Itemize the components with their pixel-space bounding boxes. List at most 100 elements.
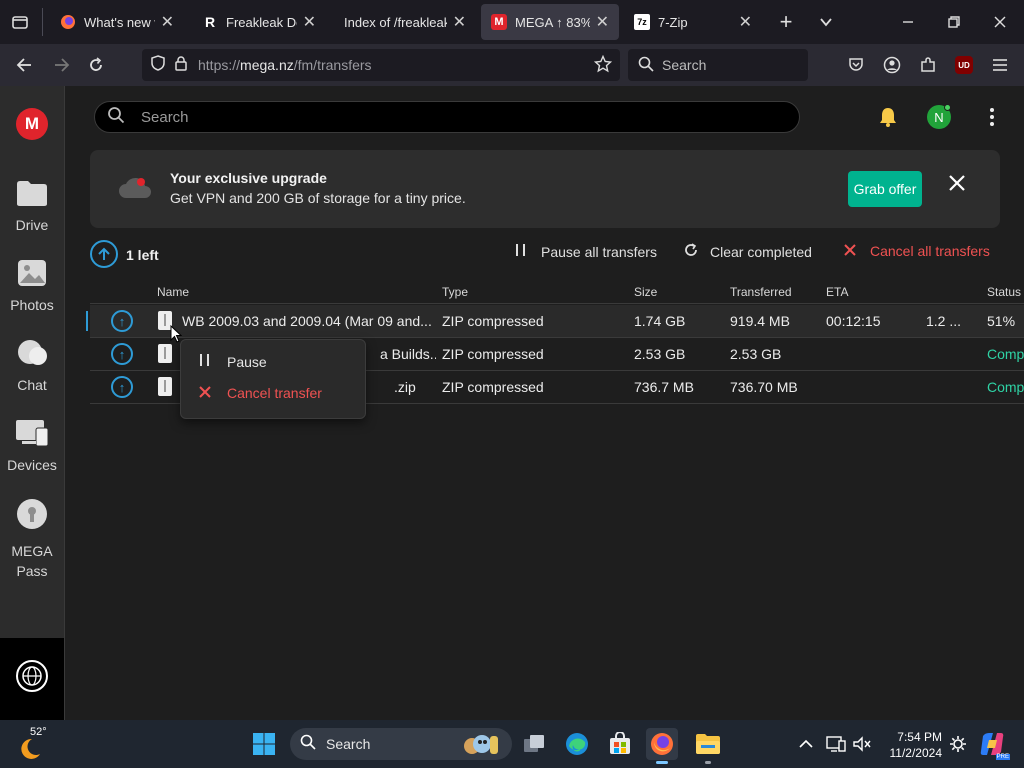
shield-icon[interactable] xyxy=(150,54,166,77)
column-transferred[interactable]: Transferred xyxy=(730,285,792,299)
ublock-origin-icon[interactable]: UD xyxy=(952,53,976,77)
sidebar-item-drive[interactable]: Drive xyxy=(0,178,64,233)
tab-whats-new[interactable]: What's new with ✕ xyxy=(50,4,184,40)
transfer-eta: 00:12:15 xyxy=(826,313,881,329)
forward-button[interactable] xyxy=(50,53,74,77)
taskbar-search-box[interactable]: Search xyxy=(290,728,512,760)
close-tab-icon[interactable]: ✕ xyxy=(453,12,466,32)
close-tab-icon[interactable]: ✕ xyxy=(161,12,174,32)
cancel-all-transfers-button[interactable]: Cancel all transfers xyxy=(844,243,990,259)
sidebar-footer xyxy=(0,638,64,720)
sidebar-item-label: MEGA xyxy=(11,543,53,559)
close-window-button[interactable] xyxy=(988,10,1012,34)
back-button[interactable] xyxy=(12,53,36,77)
more-options-icon[interactable] xyxy=(983,106,1001,133)
sidebar-item-mega-pass[interactable]: MEGA Pass xyxy=(0,498,64,581)
menu-item-cancel-transfer[interactable]: Cancel transfer xyxy=(199,385,322,401)
microsoft-store-icon[interactable] xyxy=(604,728,636,760)
online-status-dot xyxy=(944,104,951,111)
notifications-bell-icon[interactable] xyxy=(877,106,899,133)
url-scheme: https:// xyxy=(198,57,241,73)
close-icon xyxy=(844,243,856,259)
url-bar[interactable]: https://mega.nz/fm/transfers xyxy=(142,49,620,81)
close-icon xyxy=(199,385,211,401)
menu-item-pause[interactable]: Pause xyxy=(199,353,267,370)
transfer-size: 736.7 MB xyxy=(634,379,694,395)
task-view-icon[interactable] xyxy=(518,728,550,760)
upload-progress-icon xyxy=(90,240,118,268)
account-icon[interactable] xyxy=(880,53,904,77)
url-path: /fm/transfers xyxy=(293,57,372,73)
transfer-status: Comp xyxy=(987,346,1024,362)
tab-overview-icon[interactable] xyxy=(8,10,32,34)
close-tab-icon[interactable]: ✕ xyxy=(303,12,316,32)
sidebar-item-label: Drive xyxy=(15,217,49,233)
tab-index-of[interactable]: Index of /freakleak/W ✕ xyxy=(334,4,476,40)
column-type[interactable]: Type xyxy=(442,285,468,299)
file-explorer-icon[interactable] xyxy=(692,728,724,764)
column-eta[interactable]: ETA xyxy=(826,285,848,299)
sidebar-item-photos[interactable]: Photos xyxy=(0,258,64,313)
running-app-indicator xyxy=(705,761,711,764)
photos-icon xyxy=(0,258,64,291)
devices-icon xyxy=(0,418,64,451)
upgrade-banner: Your exclusive upgrade Get VPN and 200 G… xyxy=(90,150,1000,228)
edge-browser-icon[interactable] xyxy=(561,728,593,760)
chat-icon xyxy=(0,338,64,371)
restore-button[interactable] xyxy=(942,10,966,34)
tab-freakleak-download[interactable]: R Freakleak Down ✕ xyxy=(192,4,326,40)
grab-offer-button[interactable]: Grab offer xyxy=(848,171,922,207)
clear-completed-button[interactable]: Clear completed xyxy=(684,243,812,260)
column-status[interactable]: Status xyxy=(987,285,1021,299)
transfer-type: ZIP compressed xyxy=(442,379,544,395)
transfers-table-header: Name Type Size Transferred ETA Status xyxy=(90,282,1024,304)
row-selection-marker xyxy=(86,311,88,331)
new-tab-button[interactable]: + xyxy=(774,9,798,34)
column-size[interactable]: Size xyxy=(634,285,657,299)
pause-all-transfers-button[interactable]: Pause all transfers xyxy=(515,243,657,260)
copilot-icon[interactable]: PRE xyxy=(976,728,1010,760)
mega-search-input[interactable]: Search xyxy=(94,101,800,133)
remaining-count: 1 left xyxy=(126,247,159,263)
sidebar-item-devices[interactable]: Devices xyxy=(0,418,64,473)
menu-hamburger-icon[interactable] xyxy=(988,53,1012,77)
extensions-icon[interactable] xyxy=(916,53,940,77)
sidebar-item-chat[interactable]: Chat xyxy=(0,338,64,393)
speaker-muted-icon[interactable] xyxy=(846,728,878,760)
active-app-indicator xyxy=(656,761,668,764)
tab-mega[interactable]: M MEGA ↑ 83% ✕ xyxy=(481,4,619,40)
pocket-icon[interactable] xyxy=(844,53,868,77)
menu-item-label: Cancel transfer xyxy=(227,385,322,401)
close-banner-icon[interactable] xyxy=(948,174,966,197)
clock[interactable]: 7:54 PM 11/2/2024 xyxy=(876,729,943,761)
refresh-icon xyxy=(684,243,698,260)
close-tab-icon[interactable]: ✕ xyxy=(739,12,752,32)
sidebar-item-label-line2: Pass xyxy=(16,563,48,579)
tab-label: 7-Zip xyxy=(658,14,688,30)
transfer-transferred: 919.4 MB xyxy=(730,313,790,329)
pause-all-label: Pause all transfers xyxy=(541,243,657,260)
notification-settings-icon[interactable] xyxy=(942,728,974,760)
tab-7zip[interactable]: 7z 7-Zip ✕ xyxy=(624,4,762,40)
globe-account-icon[interactable] xyxy=(16,660,48,692)
transfer-size: 1.74 GB xyxy=(634,313,686,329)
list-all-tabs-icon[interactable] xyxy=(814,10,838,34)
lock-icon[interactable] xyxy=(174,55,188,76)
browser-search-field[interactable]: Search xyxy=(628,49,808,81)
search-icon xyxy=(300,734,316,755)
menu-item-label: Pause xyxy=(227,353,267,370)
reload-button[interactable] xyxy=(84,53,108,77)
start-button[interactable] xyxy=(248,728,280,760)
table-row[interactable]: ↑ WB 2009.03 and 2009.04 (Mar 09 and... … xyxy=(86,305,1024,338)
tab-label: Freakleak Down xyxy=(226,14,297,30)
transfer-status: 51% xyxy=(987,313,1016,329)
search-placeholder: Search xyxy=(662,57,707,73)
mega-logo[interactable]: M xyxy=(16,108,48,140)
minimize-button[interactable] xyxy=(896,10,920,34)
chevron-up-icon[interactable] xyxy=(790,728,822,760)
column-name[interactable]: Name xyxy=(157,285,189,299)
firefox-taskbar-icon[interactable] xyxy=(646,728,678,764)
tab-label: MEGA ↑ 83% xyxy=(515,14,590,30)
bookmark-star-icon[interactable] xyxy=(593,54,613,78)
close-tab-icon[interactable]: ✕ xyxy=(596,12,609,32)
